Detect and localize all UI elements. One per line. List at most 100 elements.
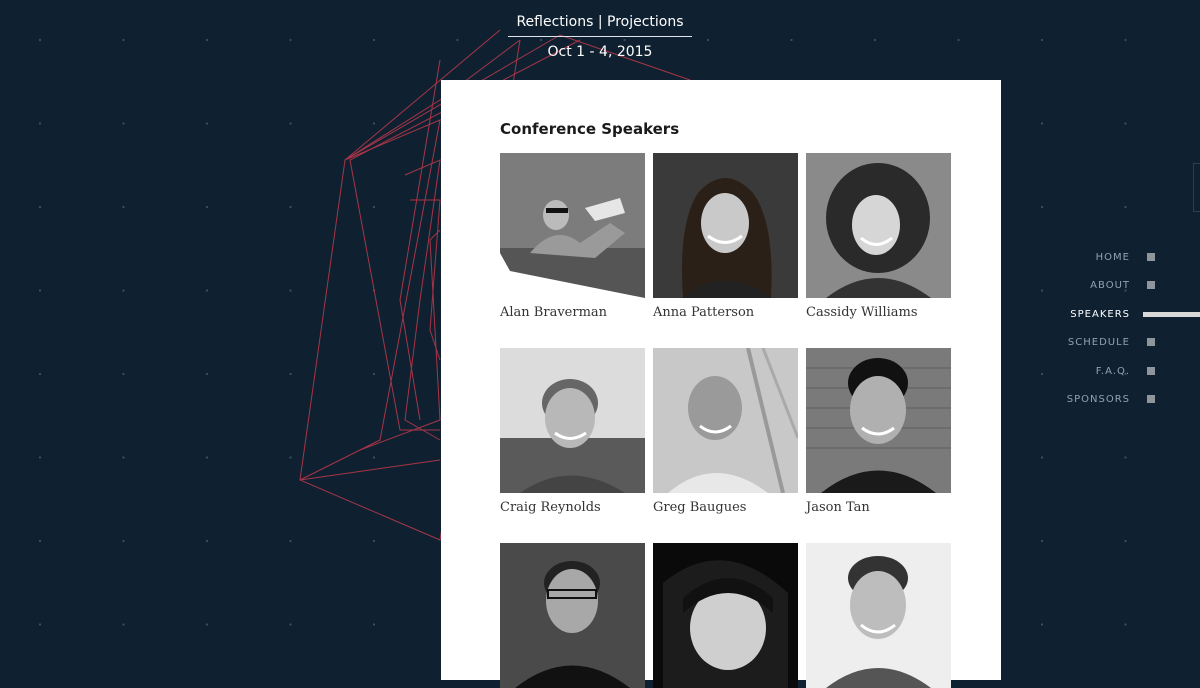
nav-item-home[interactable]: HOME [1060, 250, 1200, 278]
speaker-name[interactable]: Alan Braverman [500, 305, 607, 320]
nav-active-indicator [1143, 311, 1200, 317]
background-dot [372, 623, 376, 626]
nav-label[interactable]: SPONSORS [1067, 394, 1130, 405]
speaker-photo[interactable] [806, 543, 951, 688]
background-dot [38, 38, 42, 42]
background-dot [38, 289, 42, 292]
speaker-card[interactable]: Greg Baugues [653, 348, 798, 515]
section-title: Conference Speakers [500, 120, 680, 138]
background-dot [38, 623, 42, 626]
speakers-card: Conference Speakers Alan Braverman Anna … [441, 80, 1001, 688]
background-dot [1040, 38, 1044, 42]
background-dot [1124, 456, 1127, 459]
background-dot [205, 623, 209, 626]
background-dot [122, 372, 125, 376]
background-dot [456, 38, 459, 42]
background-dot [1124, 122, 1127, 125]
nav-marker-icon[interactable] [1147, 253, 1155, 261]
scrollbar-tick [1193, 163, 1200, 212]
background-dot [1040, 456, 1044, 459]
background-dot [1124, 623, 1127, 626]
background-dot [957, 38, 960, 42]
side-navigation: HOME ABOUT SPEAKERS SCHEDULE F.A.Q. SPON… [1060, 250, 1200, 420]
background-dot [289, 372, 292, 376]
nav-item-about[interactable]: ABOUT [1060, 278, 1200, 306]
speaker-photo[interactable] [806, 153, 951, 298]
background-dot [38, 205, 42, 209]
background-dot [873, 38, 877, 42]
speaker-photo[interactable] [500, 543, 645, 688]
background-dot [205, 38, 209, 42]
speaker-card[interactable]: Anna Patterson [653, 153, 798, 320]
nav-marker-icon[interactable] [1147, 338, 1155, 347]
background-dot [1040, 122, 1044, 125]
background-dot [289, 205, 292, 209]
speaker-name[interactable]: Greg Baugues [653, 500, 746, 515]
background-dot [289, 122, 292, 125]
background-dot [1124, 539, 1127, 543]
speaker-photo[interactable] [653, 153, 798, 298]
speaker-name[interactable]: Jason Tan [806, 500, 870, 515]
background-dot [1040, 289, 1044, 292]
nav-item-schedule[interactable]: SCHEDULE [1060, 335, 1200, 363]
background-dot [372, 205, 376, 209]
background-dot [205, 122, 209, 125]
background-dot [1040, 623, 1044, 626]
speaker-photo[interactable] [653, 348, 798, 493]
background-dot [122, 456, 125, 459]
speaker-photo[interactable] [500, 348, 645, 493]
background-dot [122, 539, 125, 543]
speaker-photo[interactable] [806, 348, 951, 493]
background-dot [289, 623, 292, 626]
nav-marker-icon[interactable] [1147, 366, 1155, 375]
background-dot [790, 38, 793, 42]
background-dot [38, 372, 42, 376]
nav-label[interactable]: SPEAKERS [1070, 309, 1130, 320]
speaker-name[interactable]: Craig Reynolds [500, 500, 601, 515]
speaker-card[interactable]: Cassidy Williams [806, 153, 951, 320]
speaker-card[interactable]: Craig Reynolds [500, 348, 645, 515]
nav-item-speakers[interactable]: SPEAKERS [1060, 307, 1200, 335]
speaker-card[interactable] [653, 543, 798, 688]
background-dot [122, 623, 125, 626]
speaker-photo[interactable] [500, 153, 645, 298]
background-dot [1124, 205, 1127, 209]
nav-marker-icon[interactable] [1147, 394, 1155, 403]
speaker-card[interactable] [806, 543, 951, 688]
nav-label[interactable]: ABOUT [1090, 280, 1130, 291]
background-dot [122, 289, 125, 292]
background-dot [205, 539, 209, 543]
conference-dates: Oct 1 - 4, 2015 [547, 44, 653, 60]
background-dot [289, 38, 292, 42]
background-dot [1040, 205, 1044, 209]
background-dot [122, 122, 125, 125]
site-header: Reflections | Projections Oct 1 - 4, 201… [508, 14, 692, 60]
background-dot [122, 38, 125, 42]
background-dot [205, 456, 209, 459]
background-dot [289, 539, 292, 543]
background-dot [372, 456, 376, 459]
background-dot [205, 372, 209, 376]
speaker-card[interactable] [500, 543, 645, 688]
background-dot [372, 122, 376, 125]
nav-label[interactable]: SCHEDULE [1068, 337, 1130, 348]
nav-label[interactable]: F.A.Q. [1096, 366, 1130, 377]
speaker-name[interactable]: Anna Patterson [653, 305, 754, 320]
nav-marker-icon[interactable] [1147, 281, 1155, 290]
background-dot [205, 289, 209, 292]
nav-label[interactable]: HOME [1096, 252, 1130, 263]
background-dot [289, 456, 292, 459]
nav-item-faq[interactable]: F.A.Q. [1060, 364, 1200, 392]
background-dot [372, 372, 376, 376]
background-dot [38, 539, 42, 543]
background-dot [38, 122, 42, 125]
nav-item-sponsors[interactable]: SPONSORS [1060, 392, 1200, 420]
background-dot [122, 205, 125, 209]
background-dot [1040, 539, 1044, 543]
background-dot [1124, 38, 1127, 42]
background-dot [205, 205, 209, 209]
speaker-name[interactable]: Cassidy Williams [806, 305, 918, 320]
speaker-card[interactable]: Jason Tan [806, 348, 951, 515]
speaker-card[interactable]: Alan Braverman [500, 153, 645, 320]
speaker-photo[interactable] [653, 543, 798, 688]
